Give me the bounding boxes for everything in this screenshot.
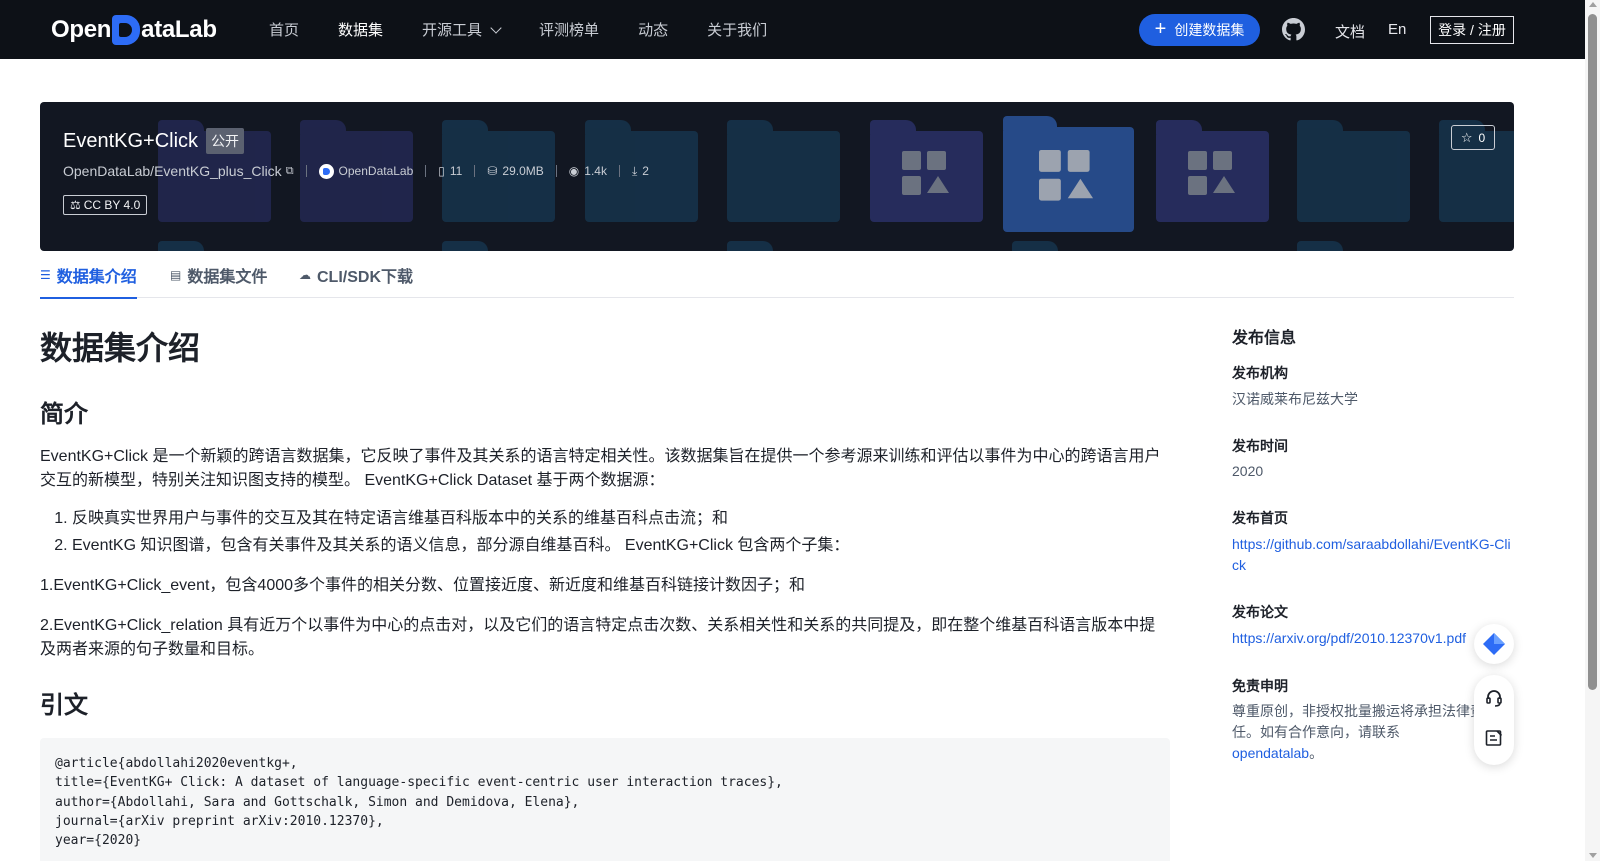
plus-icon: + — [1154, 18, 1167, 40]
feedback-edit-icon[interactable] — [1484, 728, 1504, 748]
logo-text-left: Open — [51, 16, 112, 43]
folder-decoration-icon — [727, 120, 840, 222]
contact-link[interactable]: opendatalab — [1232, 745, 1309, 761]
publish-info-title: 发布信息 — [1232, 330, 1297, 347]
page-title: 数据集介绍 — [40, 330, 201, 366]
org-name[interactable]: OpenDataLab — [339, 164, 414, 178]
star-icon: ☆ — [1460, 129, 1473, 145]
folder-highlight-icon — [1003, 116, 1134, 232]
create-dataset-label: 创建数据集 — [1174, 22, 1245, 38]
storage-icon: ⛁ — [487, 164, 498, 178]
assistant-button[interactable] — [1474, 624, 1514, 664]
homepage-link[interactable]: https://github.com/saraabdollahi/EventKG… — [1232, 534, 1514, 576]
list-item: 反映真实世界用户与事件的交互及其在特定语言维基百科版本中的关系的维基百科点击流；… — [72, 505, 849, 532]
nav-home-label: 首页 — [269, 22, 300, 39]
top-nav-bar: Open ataLab 首页 数据集 开源工具 评测榜单 动态 关于我们 + 创… — [0, 0, 1585, 59]
star-count: 0 — [1478, 130, 1486, 145]
visibility-badge: 公开 — [206, 128, 245, 154]
dataset-meta: OpenDataLab/EventKG_plus_Click ⧉ OpenDat… — [63, 163, 649, 179]
logo-text-right: ataLab — [141, 16, 217, 43]
list-item: EventKG 知识图谱，包含有关事件及其关系的语义信息，部分源自维基百科。 E… — [72, 532, 849, 559]
repo-path: OpenDataLab/EventKG_plus_Click — [63, 163, 282, 179]
language-toggle[interactable]: En — [1388, 21, 1406, 38]
tab-dataset-intro[interactable]: ☰ 数据集介绍 — [40, 252, 137, 299]
nav-about-label: 关于我们 — [707, 22, 768, 39]
disclaimer-text: 尊重原创，非授权批量搬运将承担法律责任。如有合作意向，请联系 opendatala… — [1232, 701, 1484, 764]
eye-icon: ◉ — [568, 164, 580, 178]
logo-mark-icon — [112, 15, 141, 45]
homepage-label: 发布首页 — [1232, 510, 1288, 526]
database-icon: ☰ — [40, 268, 51, 282]
folder-decoration-icon — [1156, 120, 1269, 222]
dataset-tabs: ☰ 数据集介绍 ▤ 数据集文件 ☁ CLI/SDK下载 — [40, 252, 1514, 299]
tab-cli-sdk-download[interactable]: ☁ CLI/SDK下载 — [299, 252, 413, 298]
chevron-down-icon — [490, 21, 502, 34]
dataset-title: EventKG+Click 公开 — [63, 128, 245, 154]
scroll-up-arrow[interactable] — [1589, 2, 1597, 7]
nav-news[interactable]: 动态 — [638, 19, 668, 40]
headset-icon[interactable] — [1484, 688, 1504, 708]
nav-news-label: 动态 — [638, 22, 669, 39]
copy-icon[interactable]: ⧉ — [286, 165, 294, 178]
nav-datasets[interactable]: 数据集 — [338, 19, 383, 40]
folder-decoration-icon — [1297, 120, 1410, 222]
disclaimer-label: 免责申明 — [1232, 678, 1288, 694]
floating-tool-panel — [1474, 675, 1514, 765]
download-count: 2 — [642, 164, 649, 178]
nav-home[interactable]: 首页 — [269, 19, 299, 40]
docs-link[interactable]: 文档 — [1335, 21, 1365, 42]
publisher-label: 发布机构 — [1232, 365, 1288, 381]
license-text: CC BY 4.0 — [83, 198, 141, 212]
download-icon: ⤓ — [631, 163, 638, 178]
subset-event-paragraph: 1.EventKG+Click_event，包含4000多个事件的相关分数、位置… — [40, 577, 806, 594]
nav-leaderboard-label: 评测榜单 — [539, 22, 600, 39]
dataset-size: 29.0MB — [502, 164, 544, 178]
nav-leaderboard[interactable]: 评测榜单 — [539, 19, 599, 40]
citation-code-block[interactable]: @article{abdollahi2020eventkg+, title={E… — [40, 738, 1170, 861]
publish-time-value: 2020 — [1232, 463, 1264, 479]
nav-open-source-tools[interactable]: 开源工具 — [422, 19, 502, 40]
citation-heading: 引文 — [40, 692, 88, 719]
nav-datasets-label: 数据集 — [338, 22, 384, 39]
license-badge[interactable]: ⚖ CC BY 4.0 — [63, 195, 148, 215]
publisher-value: 汉诺威莱布尼兹大学 — [1232, 391, 1358, 407]
dataset-title-text: EventKG+Click — [63, 129, 199, 152]
tab-cli-label: CLI/SDK下载 — [317, 269, 414, 286]
opendatalab-logo[interactable]: Open ataLab — [51, 14, 217, 46]
create-dataset-button[interactable]: + 创建数据集 — [1139, 14, 1260, 46]
nav-about[interactable]: 关于我们 — [707, 19, 767, 40]
tab-dataset-files[interactable]: ▤ 数据集文件 — [170, 252, 267, 298]
tab-intro-label: 数据集介绍 — [56, 269, 137, 286]
nav-tools-label: 开源工具 — [422, 22, 483, 39]
scroll-down-arrow[interactable] — [1589, 853, 1597, 858]
org-avatar — [318, 163, 334, 179]
paper-plane-icon — [1483, 633, 1505, 655]
data-source-list: 反映真实世界用户与事件的交互及其在特定语言维基百科版本中的关系的维基百科点击流；… — [54, 505, 849, 559]
folder-decoration-icon — [870, 120, 983, 222]
subset-relation-paragraph: 2.EventKG+Click_relation 具有近万个以事件为中心的点击对… — [40, 617, 1156, 658]
cloud-download-icon: ☁ — [299, 268, 311, 282]
star-button[interactable]: ☆ 0 — [1451, 125, 1495, 150]
disclaimer-body: 尊重原创，非授权批量搬运将承担法律责任。如有合作意向，请联系 — [1232, 703, 1484, 740]
view-count: 1.4k — [584, 164, 607, 178]
disclaimer-end: 。 — [1309, 745, 1324, 761]
intro-heading: 简介 — [40, 401, 88, 428]
paper-link[interactable]: https://arxiv.org/pdf/2010.12370v1.pdf — [1232, 628, 1514, 649]
github-icon[interactable] — [1282, 18, 1305, 41]
login-register-button[interactable]: 登录 / 注册 — [1430, 16, 1514, 44]
main-nav: 首页 数据集 开源工具 评测榜单 动态 关于我们 — [269, 0, 806, 59]
intro-paragraph: EventKG+Click 是一个新颖的跨语言数据集，它反映了事件及其关系的语言… — [40, 448, 1161, 489]
files-icon: ▯ — [438, 164, 445, 178]
publish-time-label: 发布时间 — [1232, 438, 1288, 454]
scrollbar-thumb[interactable] — [1588, 14, 1597, 690]
file-count: 11 — [449, 164, 463, 178]
paper-label: 发布论文 — [1232, 604, 1288, 620]
tab-files-label: 数据集文件 — [187, 269, 268, 286]
scale-icon: ⚖ — [70, 198, 81, 212]
file-icon: ▤ — [170, 268, 182, 282]
